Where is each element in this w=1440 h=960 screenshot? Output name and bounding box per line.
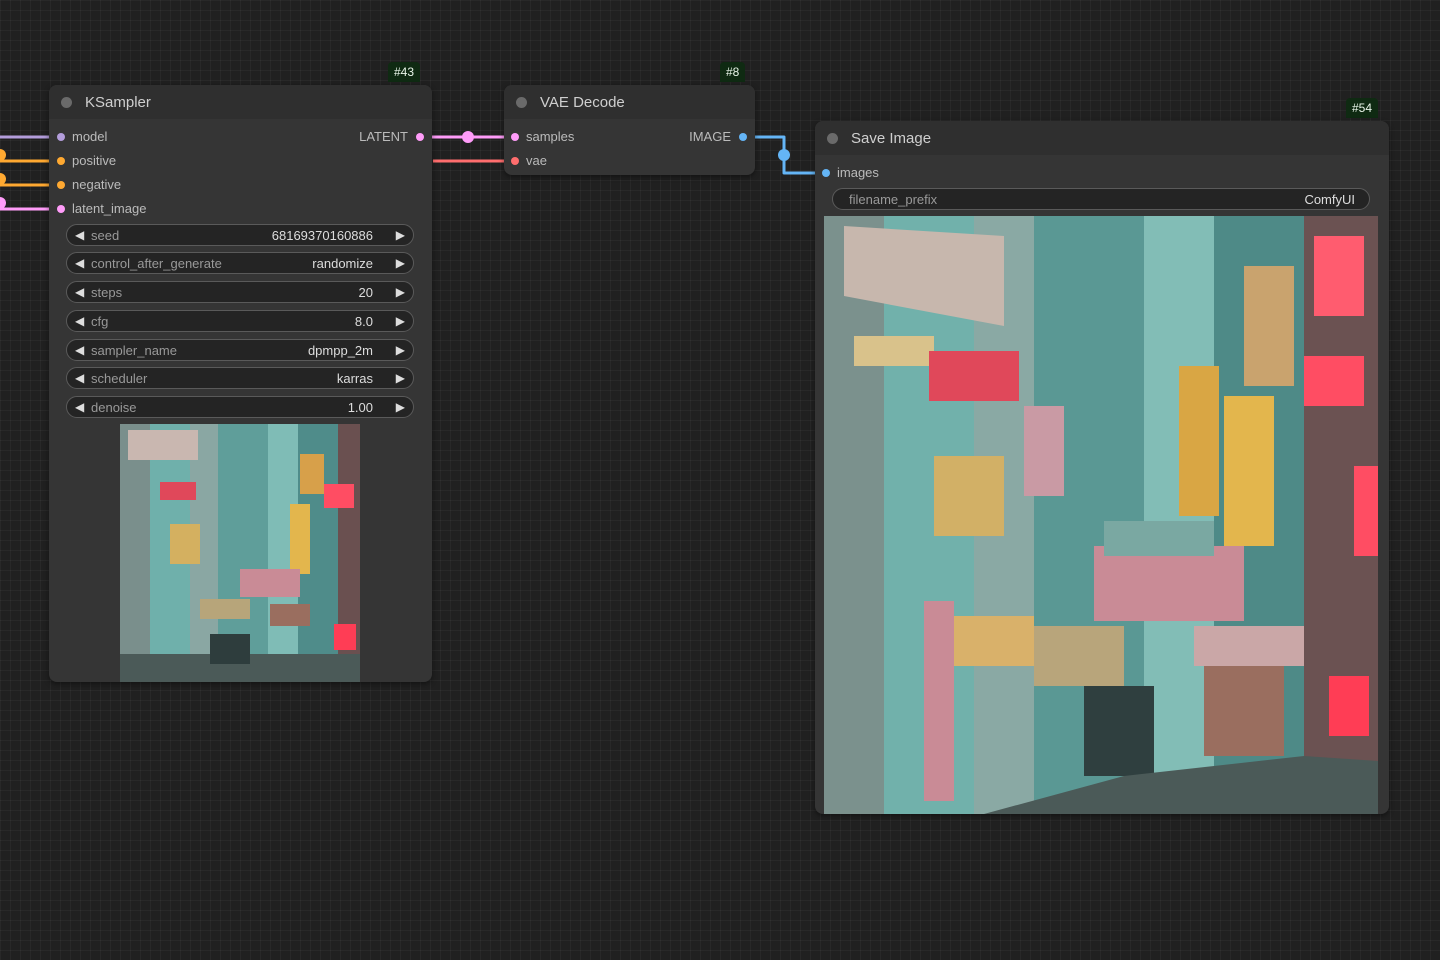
widget-value: 20 <box>358 285 373 300</box>
widget-cfg[interactable]: ◀ cfg 8.0 ▶ <box>66 310 414 332</box>
node-id-badge: #43 <box>388 62 421 82</box>
slot-dot-icon[interactable] <box>511 133 519 141</box>
node-header[interactable]: KSampler <box>49 85 432 119</box>
node-title: KSampler <box>85 93 151 111</box>
decrement-arrow-icon[interactable]: ◀ <box>75 256 84 270</box>
vae-decode-node[interactable]: VAE Decode samples vae IMAGE <box>504 85 755 175</box>
widget-label: denoise <box>91 400 137 415</box>
increment-arrow-icon[interactable]: ▶ <box>396 371 405 385</box>
preview-image <box>120 424 360 682</box>
slot-label: LATENT <box>359 129 408 144</box>
decrement-arrow-icon[interactable]: ◀ <box>75 314 84 328</box>
widget-control-after-generate[interactable]: ◀ control_after_generate randomize ▶ <box>66 252 414 274</box>
collapse-dot-icon[interactable] <box>827 132 838 144</box>
reroute-dot-negative <box>0 173 6 185</box>
increment-arrow-icon[interactable]: ▶ <box>396 228 405 242</box>
widget-value: 68169370160886 <box>271 228 373 243</box>
slot-label: vae <box>526 153 547 168</box>
node-title: Save Image <box>851 129 932 147</box>
slot-label: IMAGE <box>689 129 731 144</box>
widget-value: 1.00 <box>347 400 373 415</box>
increment-arrow-icon[interactable]: ▶ <box>396 314 405 328</box>
widget-label: steps <box>91 285 123 300</box>
link-midpoint-latent <box>462 131 474 143</box>
slot-label: positive <box>72 153 117 168</box>
widget-label: filename_prefix <box>849 192 938 207</box>
widget-label: sampler_name <box>91 343 177 358</box>
reroute-dot-latent <box>0 197 6 209</box>
reroute-dot-positive <box>0 149 6 161</box>
node-header[interactable]: Save Image <box>815 121 1389 155</box>
slot-label: latent_image <box>72 201 147 216</box>
link-midpoint-image <box>778 149 790 161</box>
node-id-badge: #54 <box>1346 98 1379 118</box>
slot-dot-icon[interactable] <box>57 205 65 213</box>
decrement-arrow-icon[interactable]: ◀ <box>75 343 84 357</box>
slot-dot-icon[interactable] <box>511 157 519 165</box>
widget-steps[interactable]: ◀ steps 20 ▶ <box>66 281 414 303</box>
decrement-arrow-icon[interactable]: ◀ <box>75 371 84 385</box>
collapse-dot-icon[interactable] <box>61 96 72 108</box>
slot-label: model <box>72 129 108 144</box>
widget-value: dpmpp_2m <box>307 343 373 358</box>
increment-arrow-icon[interactable]: ▶ <box>396 285 405 299</box>
widget-sampler-name[interactable]: ◀ sampler_name dpmpp_2m ▶ <box>66 339 414 361</box>
decrement-arrow-icon[interactable]: ◀ <box>75 285 84 299</box>
link-image <box>743 135 826 175</box>
slot-label: images <box>837 165 879 180</box>
widget-label: seed <box>91 228 120 243</box>
widget-filename-prefix[interactable]: filename_prefix ComfyUI <box>832 188 1370 210</box>
slot-dot-icon[interactable] <box>416 133 424 141</box>
widget-label: scheduler <box>91 371 148 386</box>
slot-dot-icon[interactable] <box>739 133 747 141</box>
increment-arrow-icon[interactable]: ▶ <box>396 343 405 357</box>
decrement-arrow-icon[interactable]: ◀ <box>75 228 84 242</box>
saved-image-preview <box>824 216 1378 814</box>
slot-dot-icon[interactable] <box>57 157 65 165</box>
widget-value: ComfyUI <box>1304 192 1355 207</box>
increment-arrow-icon[interactable]: ▶ <box>396 400 405 414</box>
node-header[interactable]: VAE Decode <box>504 85 755 119</box>
widget-denoise[interactable]: ◀ denoise 1.00 ▶ <box>66 396 414 418</box>
generated-image-preview-icon <box>824 216 1378 814</box>
slot-dot-icon[interactable] <box>57 181 65 189</box>
slot-dot-icon[interactable] <box>57 133 65 141</box>
ksampler-node[interactable]: KSampler model positive negative latent_… <box>49 85 432 682</box>
widget-label: control_after_generate <box>91 256 222 271</box>
output-slot-latent[interactable]: LATENT <box>312 127 432 147</box>
slot-label: negative <box>72 177 122 192</box>
output-slot-image[interactable]: IMAGE <box>655 127 755 147</box>
node-title: VAE Decode <box>540 93 625 111</box>
save-image-node[interactable]: Save Image images filename_prefix ComfyU… <box>815 121 1389 814</box>
increment-arrow-icon[interactable]: ▶ <box>396 256 405 270</box>
widget-value: karras <box>336 371 373 386</box>
widget-seed[interactable]: ◀ seed 68169370160886 ▶ <box>66 224 414 246</box>
collapse-dot-icon[interactable] <box>516 96 527 108</box>
widget-scheduler[interactable]: ◀ scheduler karras ▶ <box>66 367 414 389</box>
node-id-badge: #8 <box>720 62 746 82</box>
decrement-arrow-icon[interactable]: ◀ <box>75 400 84 414</box>
widget-label: cfg <box>91 314 109 329</box>
generated-image-preview-icon <box>120 424 360 682</box>
widget-value: 8.0 <box>354 314 373 329</box>
slot-label: samples <box>526 129 575 144</box>
slot-dot-icon[interactable] <box>822 169 830 177</box>
widget-value: randomize <box>312 256 373 271</box>
